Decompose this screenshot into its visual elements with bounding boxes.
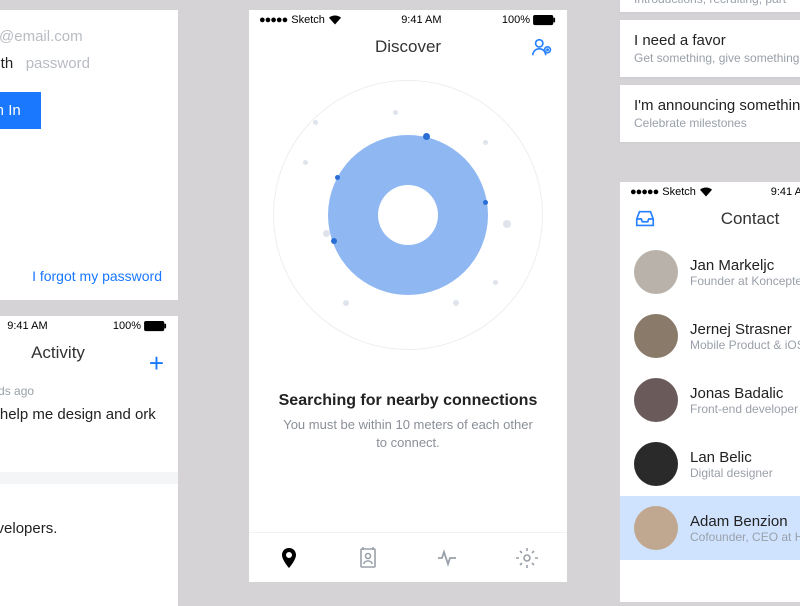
status-time: 9:41 AM xyxy=(401,14,441,26)
divider xyxy=(0,472,178,484)
post-time: n ago xyxy=(0,498,162,512)
battery-icon xyxy=(144,321,168,332)
tab-contacts[interactable] xyxy=(356,546,380,570)
contact-row[interactable]: Jernej StrasnerMobile Product & iOS xyxy=(620,304,800,368)
tab-settings[interactable] xyxy=(515,546,539,570)
forgot-password-link[interactable]: I forgot my password xyxy=(32,268,162,284)
battery-icon xyxy=(533,15,557,26)
post-text: OS developers. xyxy=(0,518,162,539)
wifi-icon xyxy=(329,15,341,25)
signal-dots-icon: ●●●●● xyxy=(630,186,658,198)
status-time: 9:41 AM xyxy=(7,320,47,332)
status-bar: 9:41 AM 100% xyxy=(0,316,178,336)
navbar: Contact xyxy=(620,202,800,236)
discover-headline: Searching for nearby connections xyxy=(277,392,539,410)
contact-row[interactable]: Adam BenzionCofounder, CEO at H xyxy=(620,496,800,560)
wifi-icon xyxy=(700,187,712,197)
post-text: one to help me design and ork app. xyxy=(0,404,162,446)
sign-in-button[interactable]: Sign In xyxy=(0,92,41,129)
email-field[interactable]: myreal@email.com xyxy=(0,28,162,45)
add-activity-button[interactable]: + xyxy=(149,348,164,379)
navbar: Discover xyxy=(249,30,567,64)
signal-dots-icon: ●●●●● xyxy=(259,14,287,26)
tab-bar xyxy=(249,532,567,582)
carrier-label: Sketch xyxy=(662,186,696,198)
card-signin: myreal@email.com cted with password Sign… xyxy=(0,10,178,300)
list-item[interactable]: Introductions, recruiting, part xyxy=(620,0,800,12)
post-time: w seconds ago xyxy=(0,384,162,398)
avatar xyxy=(634,250,678,294)
radar-area: Searching for nearby connections You mus… xyxy=(249,64,567,532)
carrier-label: Sketch xyxy=(291,14,325,26)
avatar xyxy=(634,314,678,358)
status-bar: ●●●●● Sketch 9:41 AM 100% xyxy=(249,10,567,30)
contact-row[interactable]: Jonas BadalicFront-end developer xyxy=(620,368,800,432)
tab-discover[interactable] xyxy=(277,546,301,570)
page-title: Activity xyxy=(31,343,85,363)
card-activity: 9:41 AM 100% Activity + w seconds ago on… xyxy=(0,316,178,606)
pill-stack: Introductions, recruiting, part I need a… xyxy=(620,0,800,150)
page-title: Contact xyxy=(721,209,780,229)
phone-contacts: ●●●●● Sketch 9:41 AM Contact Jan Markelj… xyxy=(620,182,800,602)
password-field[interactable]: cted with password xyxy=(0,55,162,72)
contacts-list: Jan MarkeljcFounder at Koncepte Jernej S… xyxy=(620,236,800,560)
avatar xyxy=(634,442,678,486)
tab-activity[interactable] xyxy=(436,546,460,570)
status-time: 9:41 AM xyxy=(771,186,800,198)
avatar xyxy=(634,506,678,550)
contact-row[interactable]: Lan BelicDigital designer xyxy=(620,432,800,496)
avatar xyxy=(634,378,678,422)
contact-row[interactable]: Jan MarkeljcFounder at Koncepte xyxy=(620,240,800,304)
list-item[interactable]: I need a favor Get something, give somet… xyxy=(620,20,800,77)
discover-subtext: You must be within 10 meters of each oth… xyxy=(277,416,539,452)
radar-graphic xyxy=(273,80,543,350)
inbox-icon[interactable] xyxy=(634,208,656,235)
add-contact-icon[interactable] xyxy=(531,36,553,63)
battery-pct: 100% xyxy=(113,320,141,332)
page-title: Discover xyxy=(375,37,441,57)
list-item[interactable]: I'm announcing something Celebrate miles… xyxy=(620,85,800,142)
phone-discover: ●●●●● Sketch 9:41 AM 100% Discover xyxy=(249,10,567,582)
battery-pct: 100% xyxy=(502,14,530,26)
status-bar: ●●●●● Sketch 9:41 AM xyxy=(620,182,800,202)
